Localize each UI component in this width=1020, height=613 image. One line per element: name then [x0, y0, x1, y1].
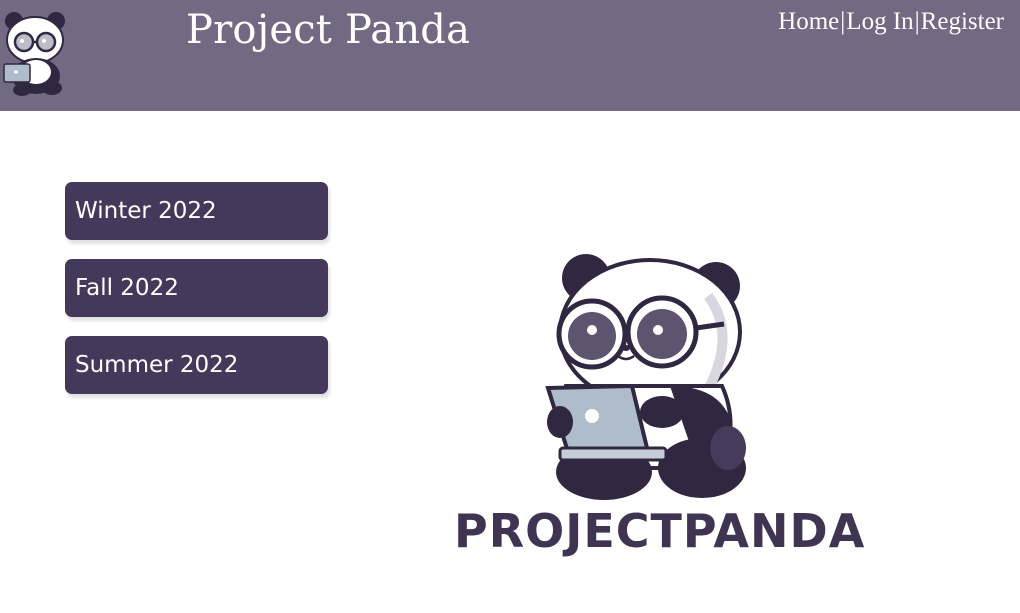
- season-list: Winter 2022 Fall 2022 Summer 2022: [65, 182, 328, 413]
- nav-separator: |: [914, 8, 920, 35]
- site-header: Project Panda Home | Log In | Register: [0, 0, 1020, 111]
- season-button-winter-2022[interactable]: Winter 2022: [65, 182, 328, 240]
- nav-home-link[interactable]: Home: [778, 6, 839, 38]
- top-nav: Home | Log In | Register: [778, 6, 1004, 38]
- season-button-summer-2022[interactable]: Summer 2022: [65, 336, 328, 394]
- nav-register-link[interactable]: Register: [921, 6, 1004, 38]
- hero-wordmark: PROJECTPANDA: [454, 504, 866, 558]
- panda-logo-icon[interactable]: [0, 8, 72, 98]
- nav-login-link[interactable]: Log In: [846, 6, 913, 38]
- nav-separator: |: [840, 8, 846, 35]
- site-title: Project Panda: [186, 7, 471, 53]
- season-button-fall-2022[interactable]: Fall 2022: [65, 259, 328, 317]
